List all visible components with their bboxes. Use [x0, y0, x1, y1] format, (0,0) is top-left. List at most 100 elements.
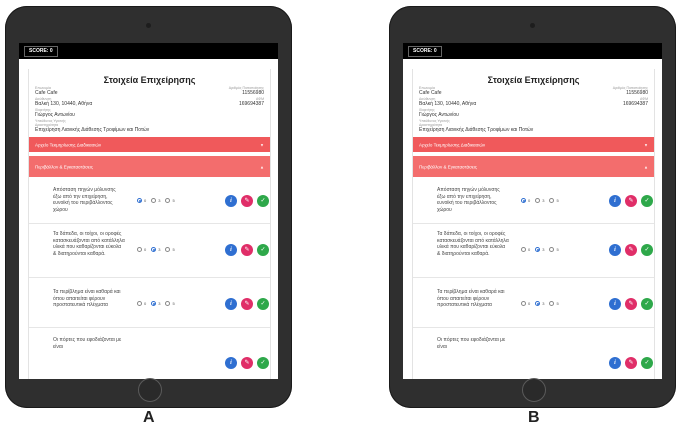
question-row: Απόσταση πηγών μόλυνσης έξω από την επιχ… [29, 181, 270, 224]
question-row: Τα δάπεδα, οι τοίχοι, οι οροφές κατασκευ… [413, 225, 654, 278]
radio-option[interactable] [549, 198, 555, 203]
rating-group: 0 3 5 [521, 301, 562, 306]
radio-option[interactable] [521, 301, 526, 306]
question-text: Απόσταση πηγών μόλυνσης έξω από την επιχ… [53, 187, 116, 213]
info-button[interactable]: i [609, 357, 621, 369]
panel-documentation[interactable]: Αρχείο Τεκμηρίωσης Διαδικασιών ▼ [29, 137, 270, 152]
info-button[interactable]: i [609, 298, 621, 310]
rating-group: 0 3 5 [137, 198, 178, 203]
confirm-button[interactable]: ✓ [257, 195, 269, 207]
panel-documentation-title: Αρχείο Τεκμηρίωσης Διαδικασιών [419, 142, 486, 147]
question-text: Οι πόρτες που εφοδιάζονται με είναι [437, 337, 506, 350]
vat-number: 169694387 [622, 101, 648, 107]
panel-environment-title: Περιβάλλον & Εγκαταστάσεις [35, 164, 94, 169]
owner: Γιώργος Αντωνίου [419, 112, 459, 118]
vat-number: 169694387 [238, 101, 264, 107]
caption-b: B [528, 409, 540, 426]
row-actions: i ✎ ✓ [225, 195, 269, 207]
business-card: Στοιχεία Επιχείρησης Επωνυμία Cafe Cafe … [28, 69, 271, 379]
confirm-button[interactable]: ✓ [257, 298, 269, 310]
camera-icon [530, 23, 535, 28]
tablet-b: SCORE: 0 Στοιχεία Επιχείρησης Επωνυμία C… [389, 6, 676, 408]
radio-option[interactable] [137, 301, 142, 306]
radio-option[interactable] [151, 301, 157, 306]
top-bar: SCORE: 0 [19, 43, 278, 59]
question-row: Τα περίβλημα είναι καθαρά και όπου απαιτ… [29, 279, 270, 328]
panel-environment[interactable]: Περιβάλλον & Εγκαταστάσεις ▲ [413, 156, 654, 177]
radio-option[interactable] [521, 247, 526, 252]
info-button[interactable]: i [225, 357, 237, 369]
info-button[interactable]: i [609, 244, 621, 256]
tablet-a: SCORE: 0 Στοιχεία Επιχείρησης Επωνυμία C… [5, 6, 292, 408]
confirm-button[interactable]: ✓ [641, 195, 653, 207]
confirm-button[interactable]: ✓ [641, 357, 653, 369]
confirm-button[interactable]: ✓ [641, 244, 653, 256]
question-text: Τα δάπεδα, οι τοίχοι, οι οροφές κατασκευ… [53, 231, 125, 257]
question-text: Οι πόρτες που εφοδιάζονται με είναι [53, 337, 122, 350]
panel-documentation-title: Αρχείο Τεκμηρίωσης Διαδικασιών [35, 142, 102, 147]
address: Βαλκή 130, 10440, Αθήνα [35, 101, 93, 107]
confirm-button[interactable]: ✓ [641, 298, 653, 310]
edit-button[interactable]: ✎ [241, 357, 253, 369]
confirm-button[interactable]: ✓ [257, 357, 269, 369]
owner: Γιώργος Αντωνίου [35, 112, 75, 118]
top-bar: SCORE: 0 [403, 43, 662, 59]
row-actions: i ✎ ✓ [225, 357, 269, 369]
question-text: Τα περίβλημα είναι καθαρά και όπου απαιτ… [53, 289, 121, 308]
info-button[interactable]: i [225, 298, 237, 310]
radio-option[interactable] [549, 301, 555, 306]
chevron-up-icon: ▲ [644, 164, 648, 169]
rating-group: 0 3 5 [521, 247, 562, 252]
rating-group: 0 3 5 [137, 247, 178, 252]
chevron-down-icon: ▼ [644, 142, 648, 147]
radio-option[interactable] [151, 198, 157, 203]
radio-option[interactable] [165, 198, 171, 203]
score-badge: SCORE: 0 [24, 46, 58, 57]
edit-button[interactable]: ✎ [241, 298, 253, 310]
row-actions: i ✎ ✓ [609, 244, 653, 256]
edit-button[interactable]: ✎ [241, 244, 253, 256]
panel-environment[interactable]: Περιβάλλον & Εγκαταστάσεις ▲ [29, 156, 270, 177]
edit-button[interactable]: ✎ [625, 244, 637, 256]
confirm-button[interactable]: ✓ [257, 244, 269, 256]
edit-button[interactable]: ✎ [625, 195, 637, 207]
radio-option[interactable] [137, 198, 142, 203]
question-row: Απόσταση πηγών μόλυνσης έξω από την επιχ… [413, 181, 654, 224]
edit-button[interactable]: ✎ [625, 357, 637, 369]
activity: Επιχείρηση Λιανικής Διάθεσης Τροφίμων κα… [35, 127, 150, 133]
radio-option[interactable] [535, 247, 541, 252]
home-button[interactable] [521, 378, 546, 402]
reg-number: 11556980 [242, 90, 264, 96]
question-row: Οι πόρτες που εφοδιάζονται με είναι i ✎ … [29, 329, 270, 379]
radio-option[interactable] [165, 301, 171, 306]
address: Βαλκή 130, 10440, Αθήνα [419, 101, 477, 107]
business-card: Στοιχεία Επιχείρησης Επωνυμία Cafe Cafe … [412, 69, 655, 379]
row-actions: i ✎ ✓ [225, 298, 269, 310]
radio-option[interactable] [549, 247, 555, 252]
page-title: Στοιχεία Επιχείρησης [103, 75, 196, 85]
question-row: Τα δάπεδα, οι τοίχοι, οι οροφές κατασκευ… [29, 225, 270, 278]
rating-group: 0 3 5 [137, 301, 178, 306]
radio-option[interactable] [137, 247, 142, 252]
edit-button[interactable]: ✎ [241, 195, 253, 207]
screen: SCORE: 0 Στοιχεία Επιχείρησης Επωνυμία C… [19, 43, 278, 379]
radio-option[interactable] [165, 247, 171, 252]
info-button[interactable]: i [225, 244, 237, 256]
radio-option[interactable] [151, 247, 157, 252]
question-text: Τα δάπεδα, οι τοίχοι, οι οροφές κατασκευ… [437, 231, 509, 257]
radio-option[interactable] [535, 301, 541, 306]
business-name: Cafe Cafe [35, 90, 58, 96]
radio-option[interactable] [535, 198, 541, 203]
row-actions: i ✎ ✓ [609, 195, 653, 207]
panel-environment-title: Περιβάλλον & Εγκαταστάσεις [419, 164, 478, 169]
row-actions: i ✎ ✓ [609, 357, 653, 369]
home-button[interactable] [137, 378, 162, 402]
info-button[interactable]: i [609, 195, 621, 207]
radio-option[interactable] [521, 198, 526, 203]
panel-documentation[interactable]: Αρχείο Τεκμηρίωσης Διαδικασιών ▼ [413, 137, 654, 152]
rating-group: 0 3 5 [521, 198, 562, 203]
question-row: Τα περίβλημα είναι καθαρά και όπου απαιτ… [413, 279, 654, 328]
info-button[interactable]: i [225, 195, 237, 207]
page-title: Στοιχεία Επιχείρησης [487, 75, 580, 85]
edit-button[interactable]: ✎ [625, 298, 637, 310]
